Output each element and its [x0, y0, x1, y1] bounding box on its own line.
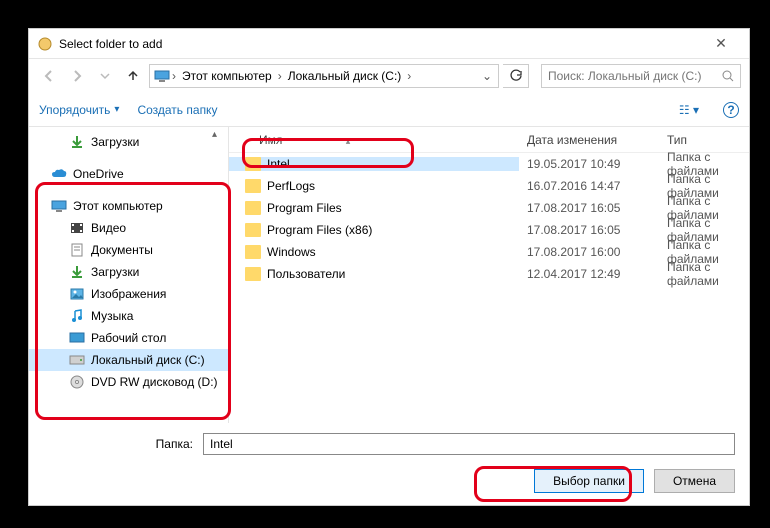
window-title: Select folder to add — [59, 37, 701, 51]
file-date: 17.08.2017 16:05 — [519, 201, 659, 215]
downloads-icon — [69, 264, 85, 280]
sidebar: ▴ Загрузки OneDrive Этот компьютер Видео… — [29, 127, 229, 423]
nav-recent-button[interactable] — [93, 64, 117, 88]
search-icon — [722, 70, 734, 82]
sidebar-item-thispc[interactable]: Этот компьютер — [29, 195, 228, 217]
file-type: Папка с файлами — [659, 260, 749, 288]
music-icon — [69, 308, 85, 324]
col-type[interactable]: Тип — [659, 133, 749, 147]
folder-icon — [245, 157, 261, 171]
footer: Папка: Выбор папки Отмена — [29, 423, 749, 507]
pc-icon — [154, 70, 170, 82]
refresh-button[interactable] — [503, 64, 529, 88]
file-name: Intel — [267, 157, 290, 171]
downloads-icon — [69, 134, 85, 150]
sidebar-item-downloads2[interactable]: Загрузки — [29, 261, 228, 283]
folder-icon — [245, 201, 261, 215]
scroll-up-icon[interactable]: ▴ — [212, 129, 226, 143]
help-button[interactable]: ? — [723, 102, 739, 118]
folder-icon — [245, 245, 261, 259]
chevron-down-icon[interactable]: ⌄ — [480, 69, 494, 83]
select-folder-button[interactable]: Выбор папки — [534, 469, 644, 493]
titlebar: Select folder to add ✕ — [29, 29, 749, 59]
file-row[interactable]: Пользователи 12.04.2017 12:49Папка с файл… — [229, 263, 749, 285]
pictures-icon — [69, 286, 85, 302]
desktop-icon — [69, 330, 85, 346]
sidebar-item-dvd[interactable]: DVD RW дисковод (D:) — [29, 371, 228, 393]
organize-menu[interactable]: Упорядочить ▾ — [39, 103, 119, 117]
file-date: 12.04.2017 12:49 — [519, 267, 659, 281]
app-icon — [37, 36, 53, 52]
cancel-button[interactable]: Отмена — [654, 469, 735, 493]
disc-icon — [69, 374, 85, 390]
breadcrumb-localdisk[interactable]: Локальный диск (C:) — [284, 69, 406, 83]
breadcrumb-thispc[interactable]: Этот компьютер — [178, 69, 276, 83]
nav-forward-button[interactable] — [65, 64, 89, 88]
folder-picker-dialog: Select folder to add ✕ › Этот компьютер … — [28, 28, 750, 506]
sidebar-item-documents[interactable]: Документы — [29, 239, 228, 261]
search-box[interactable] — [541, 64, 741, 88]
folder-icon — [245, 267, 261, 281]
sidebar-item-localdisk[interactable]: Локальный диск (C:) — [29, 349, 228, 371]
navbar: › Этот компьютер › Локальный диск (C:) ›… — [29, 59, 749, 93]
drive-icon — [69, 352, 85, 368]
close-button[interactable]: ✕ — [701, 35, 741, 52]
file-date: 16.07.2016 14:47 — [519, 179, 659, 193]
breadcrumb[interactable]: › Этот компьютер › Локальный диск (C:) ›… — [149, 64, 499, 88]
documents-icon — [69, 242, 85, 258]
search-input[interactable] — [548, 69, 722, 83]
sidebar-item-video[interactable]: Видео — [29, 217, 228, 239]
sort-asc-icon: ▴ — [346, 136, 351, 146]
view-options-button[interactable]: ☷ ▾ — [673, 101, 705, 119]
sidebar-item-pictures[interactable]: Изображения — [29, 283, 228, 305]
col-date[interactable]: Дата изменения — [519, 133, 659, 147]
chevron-down-icon: ▾ — [114, 104, 119, 115]
chevron-right-icon: › — [276, 69, 284, 83]
file-date: 17.08.2017 16:00 — [519, 245, 659, 259]
file-date: 19.05.2017 10:49 — [519, 157, 659, 171]
col-name[interactable]: Имя ▴ — [229, 133, 519, 147]
new-folder-button[interactable]: Создать папку — [137, 103, 217, 117]
folder-icon — [245, 179, 261, 193]
toolbar: Упорядочить ▾ Создать папку ☷ ▾ ? — [29, 93, 749, 127]
sidebar-item-downloads[interactable]: Загрузки — [29, 131, 228, 153]
folder-input[interactable] — [203, 433, 735, 455]
folder-label: Папка: — [43, 437, 193, 451]
nav-back-button[interactable] — [37, 64, 61, 88]
cloud-icon — [51, 166, 67, 182]
chevron-right-icon: › — [170, 69, 178, 83]
pc-icon — [51, 198, 67, 214]
video-icon — [69, 220, 85, 236]
chevron-right-icon: › — [405, 69, 413, 83]
sidebar-item-music[interactable]: Музыка — [29, 305, 228, 327]
sidebar-item-onedrive[interactable]: OneDrive — [29, 163, 228, 185]
sidebar-item-desktop[interactable]: Рабочий стол — [29, 327, 228, 349]
nav-up-button[interactable] — [121, 64, 145, 88]
folder-icon — [245, 223, 261, 237]
file-name: Program Files — [267, 201, 342, 215]
file-name: Пользователи — [267, 267, 345, 281]
file-list: Имя ▴ Дата изменения Тип Intel 19.05.2017… — [229, 127, 749, 423]
file-name: Program Files (x86) — [267, 223, 372, 237]
file-name: PerfLogs — [267, 179, 315, 193]
file-name: Windows — [267, 245, 316, 259]
file-date: 17.08.2017 16:05 — [519, 223, 659, 237]
